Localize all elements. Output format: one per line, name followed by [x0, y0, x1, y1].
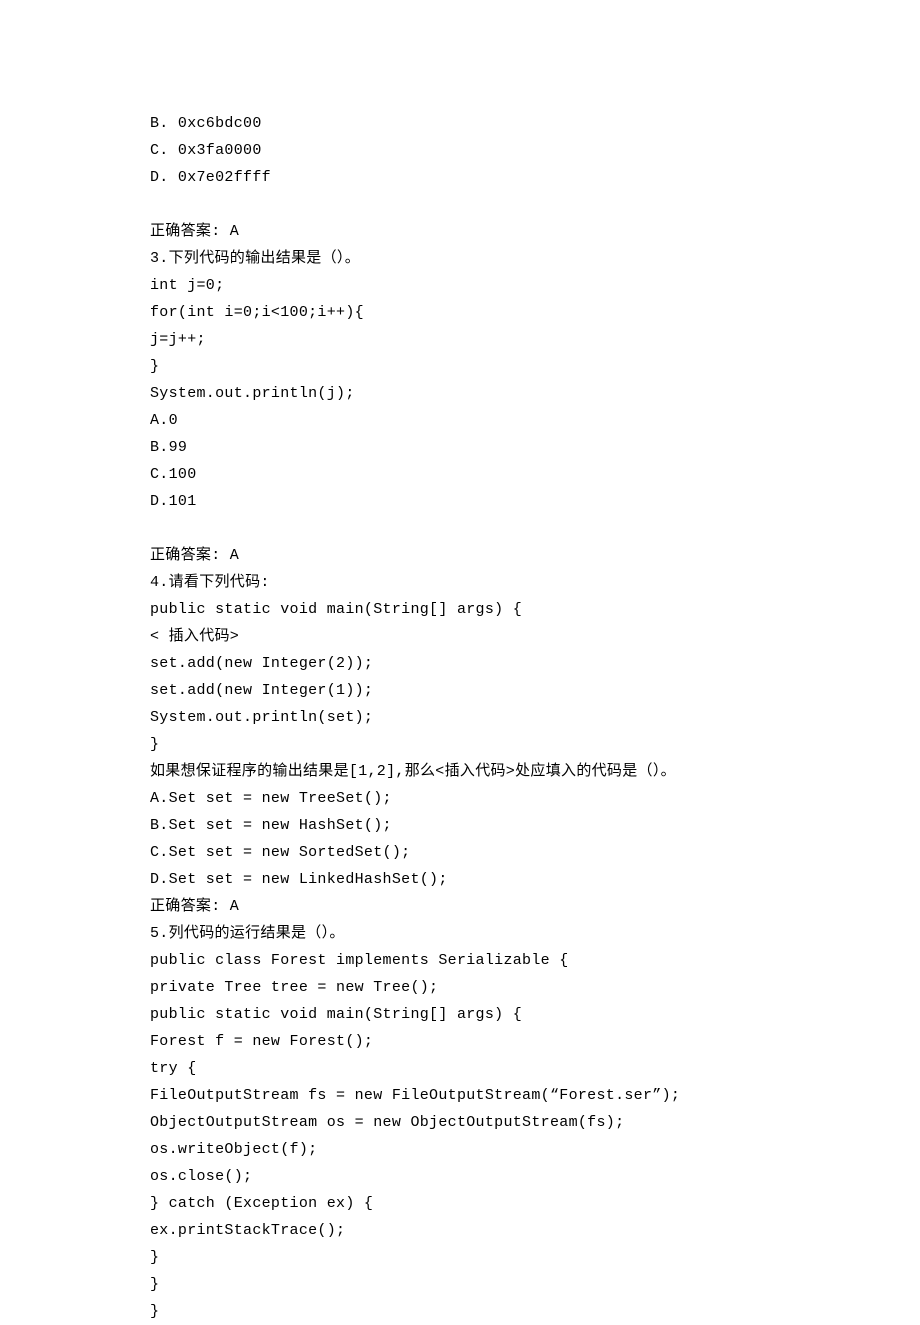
text-line: D.101	[150, 488, 920, 515]
text-line: System.out.println(set);	[150, 704, 920, 731]
text-line: 3.下列代码的输出结果是（）。	[150, 245, 920, 272]
text-line: ex.printStackTrace();	[150, 1217, 920, 1244]
text-line: int j=0;	[150, 272, 920, 299]
text-line: }	[150, 353, 920, 380]
text-line: public class Forest implements Serializa…	[150, 947, 920, 974]
text-line: for(int i=0;i<100;i++){	[150, 299, 920, 326]
text-line: }	[150, 1271, 920, 1298]
text-line: }	[150, 1298, 920, 1325]
text-line: 如果想保证程序的输出结果是[1,2],那么<插入代码>处应填入的代码是（）。	[150, 758, 920, 785]
text-line: D. 0x7e02ffff	[150, 164, 920, 191]
text-line: A.0	[150, 407, 920, 434]
text-line: < 插入代码>	[150, 623, 920, 650]
text-line: public static void main(String[] args) {	[150, 596, 920, 623]
text-line: 5.列代码的运行结果是（）。	[150, 920, 920, 947]
text-line: os.close();	[150, 1163, 920, 1190]
text-line: System.out.println(j);	[150, 380, 920, 407]
text-line: public static void main(String[] args) {	[150, 1001, 920, 1028]
text-line	[150, 515, 920, 542]
text-line: set.add(new Integer(1));	[150, 677, 920, 704]
text-line: } catch (Exception ex) {	[150, 1190, 920, 1217]
text-line: C. 0x3fa0000	[150, 137, 920, 164]
text-line: try {	[150, 1055, 920, 1082]
text-line: private Tree tree = new Tree();	[150, 974, 920, 1001]
text-line: Forest f = new Forest();	[150, 1028, 920, 1055]
text-line: }	[150, 1244, 920, 1271]
text-line: 正确答案: A	[150, 218, 920, 245]
document-body: B. 0xc6bdc00C. 0x3fa0000D. 0x7e02ffff 正确…	[150, 110, 920, 1325]
text-line: C.Set set = new SortedSet();	[150, 839, 920, 866]
text-line: 正确答案: A	[150, 893, 920, 920]
text-line: A.Set set = new TreeSet();	[150, 785, 920, 812]
text-line: B.Set set = new HashSet();	[150, 812, 920, 839]
text-line: D.Set set = new LinkedHashSet();	[150, 866, 920, 893]
text-line: 4.请看下列代码:	[150, 569, 920, 596]
text-line: }	[150, 731, 920, 758]
text-line: B. 0xc6bdc00	[150, 110, 920, 137]
text-line: 正确答案: A	[150, 542, 920, 569]
text-line	[150, 191, 920, 218]
text-line: j=j++;	[150, 326, 920, 353]
text-line: set.add(new Integer(2));	[150, 650, 920, 677]
text-line: C.100	[150, 461, 920, 488]
text-line: os.writeObject(f);	[150, 1136, 920, 1163]
text-line: ObjectOutputStream os = new ObjectOutput…	[150, 1109, 920, 1136]
text-line: FileOutputStream fs = new FileOutputStre…	[150, 1082, 920, 1109]
text-line: B.99	[150, 434, 920, 461]
